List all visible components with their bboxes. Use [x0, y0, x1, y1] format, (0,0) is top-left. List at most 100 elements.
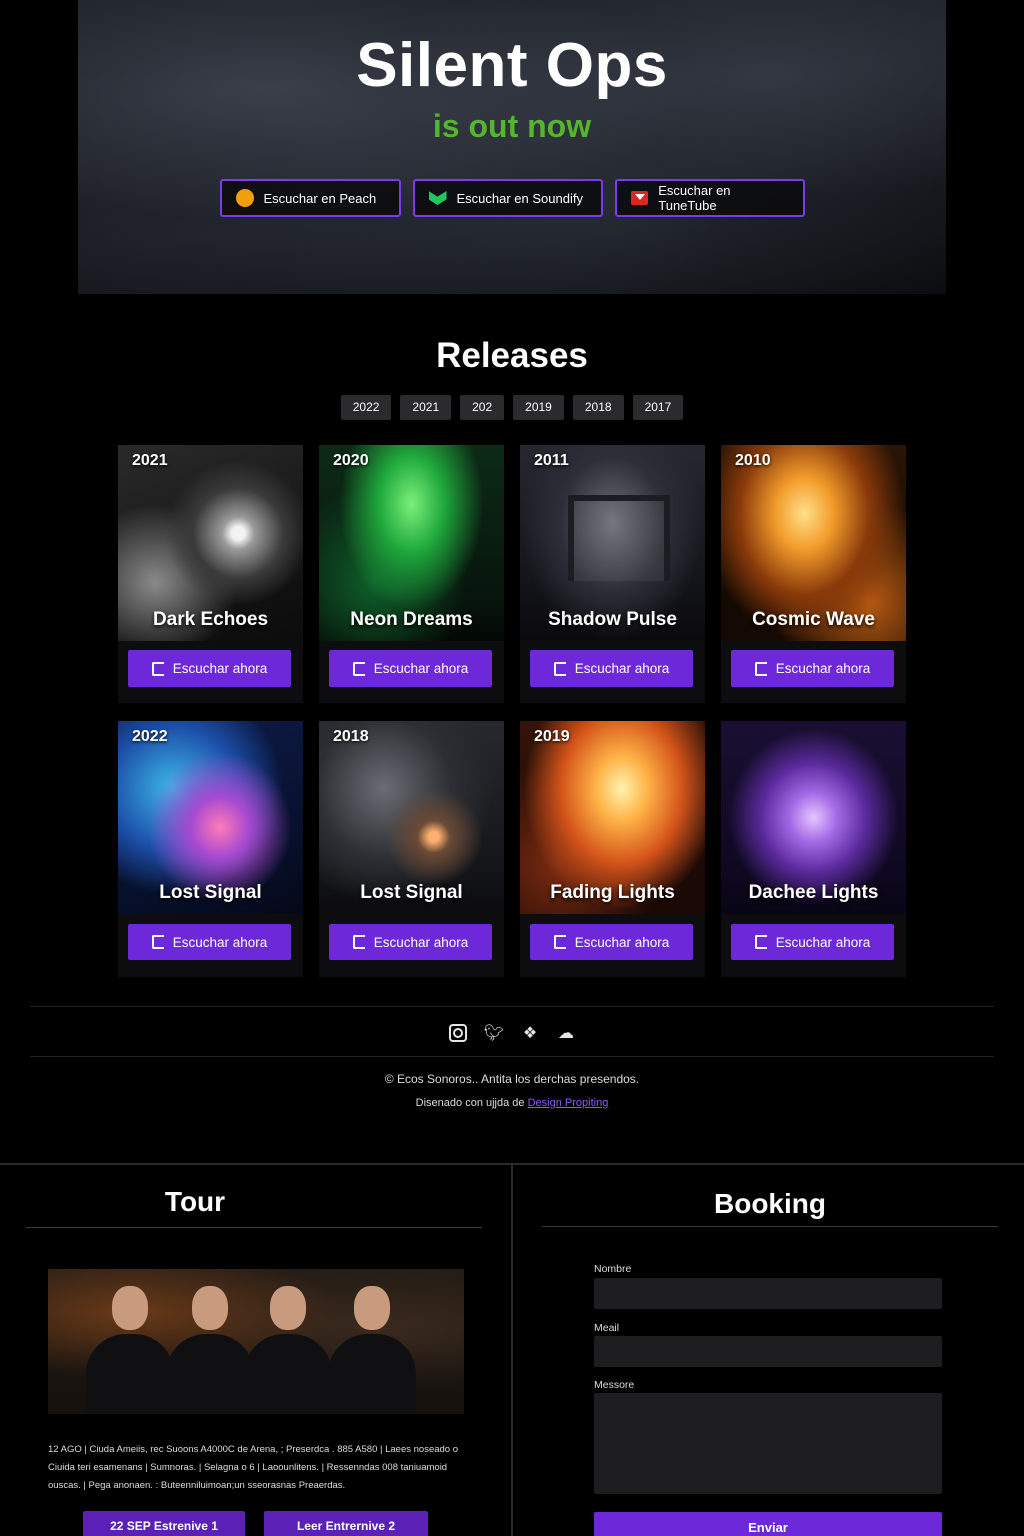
tour-dates-text: 12 AGO | Ciuda Ameiis, rec Suoons A4000C… [48, 1444, 459, 1491]
twitter-icon[interactable]: 🐦︎ [484, 1024, 504, 1042]
album-cover[interactable]: 2018 Lost Signal [319, 721, 504, 914]
listen-now-button[interactable]: Escuchar ahora [731, 650, 894, 687]
footer-divider [30, 1006, 994, 1007]
release-year: 2021 [132, 452, 168, 469]
peach-button[interactable]: Escuchar en Peach [219, 179, 401, 217]
headphones-icon [151, 661, 164, 676]
release-title: Shadow Pulse [548, 609, 677, 630]
year-filter: 2022 2021 202 2019 2018 2017 [0, 395, 1024, 420]
listen-label: Escuchar ahora [574, 661, 670, 676]
music-icon [352, 661, 365, 676]
album-cover[interactable]: Dachee Lights [721, 721, 906, 914]
release-card: 2021 Dark Echoes Escuchar ahora [118, 445, 303, 703]
band-member [86, 1286, 174, 1414]
listen-label: Escuchar ahora [172, 934, 268, 950]
soundify-icon [428, 191, 447, 205]
submit-button[interactable]: Enviar [594, 1512, 942, 1536]
release-title: Dark Echoes [152, 609, 269, 630]
release-title: Lost Signal [360, 882, 463, 903]
tunetube-button[interactable]: Escuchar en TuneTube [614, 179, 805, 217]
peach-icon [235, 189, 254, 207]
year-tab[interactable]: 2022 [340, 395, 392, 420]
year-tab[interactable]: 2021 [400, 395, 452, 420]
copyright-text: © Ecos Sonoros.. Antita los derchas pres… [384, 1072, 640, 1086]
hero-banner: Silent Ops is out now Escuchar en Peach … [78, 0, 946, 294]
band-photo [48, 1269, 464, 1414]
music-icon [754, 935, 767, 949]
release-title: Cosmic Wave [752, 609, 875, 630]
release-card: 2018 Lost Signal Escuchar ahora [319, 721, 504, 977]
album-cover[interactable]: 2011 Shadow Pulse [520, 445, 705, 641]
peach-label: Escuchar en Peach [263, 190, 377, 206]
release-card: 2019 Fading Lights Escuchar ahora [520, 721, 705, 977]
hero-subtitle: is out now [432, 108, 592, 144]
music-icon [151, 935, 164, 949]
booking-title: Booking [714, 1188, 826, 1219]
soundify-button[interactable]: Escuchar en Soundify [412, 179, 603, 217]
release-year: 2018 [333, 728, 369, 745]
album-cover[interactable]: 2019 Fading Lights [520, 721, 705, 914]
instagram-icon[interactable] [449, 1024, 467, 1042]
email-label: Meail [594, 1322, 620, 1334]
listen-label: Escuchar ahora [574, 934, 670, 950]
release-year: 2022 [132, 728, 168, 745]
release-title: Lost Signal [159, 882, 262, 903]
release-card: 2022 Lost Signal Escuchar ahora [118, 721, 303, 977]
streaming-buttons: Escuchar en Peach Escuchar en Soundify E… [78, 179, 946, 217]
tour-title: Tour [164, 1186, 226, 1217]
listen-label: Escuchar ahora [775, 661, 871, 676]
name-field[interactable] [594, 1278, 942, 1309]
listen-now-button[interactable]: Escuchar ahora [128, 650, 291, 687]
band-member [328, 1286, 416, 1414]
message-field[interactable] [594, 1393, 942, 1494]
social-links: 🐦︎ ❖ ☁︎ [0, 1024, 1024, 1042]
message-label: Messore [594, 1379, 635, 1391]
listen-now-button[interactable]: Escuchar ahora [329, 924, 492, 960]
album-cover[interactable]: 2022 Lost Signal [118, 721, 303, 914]
release-card: 2010 Cosmic Wave Escuchar ahora [721, 445, 906, 703]
tunetube-icon [630, 191, 649, 205]
email-field[interactable] [594, 1336, 942, 1367]
cloud-icon[interactable]: ☁︎ [557, 1024, 575, 1042]
year-tab[interactable]: 202 [460, 395, 505, 420]
release-card: 2020 Neon Dreams Escuchar ahora [319, 445, 504, 703]
listen-label: Escuchar ahora [775, 934, 871, 950]
band-member [244, 1286, 332, 1414]
listen-label: Escuchar ahora [373, 661, 469, 676]
music-icon [553, 661, 566, 676]
column-divider [511, 1165, 513, 1536]
release-card: 2011 Shadow Pulse Escuchar ahora [520, 445, 705, 703]
releases-title: Releases [436, 336, 588, 375]
listen-now-button[interactable]: Escuchar ahora [731, 924, 894, 960]
tour-button-2[interactable]: Leer Entrernive 2 [264, 1511, 428, 1536]
tour-button-1[interactable]: 22 SEP Estrenive 1 [83, 1511, 245, 1536]
release-year: 2010 [735, 452, 771, 469]
release-title: Dachee Lights [748, 882, 879, 903]
release-year: 2011 [534, 452, 569, 469]
listen-now-button[interactable]: Escuchar ahora [329, 650, 492, 687]
listen-now-button[interactable]: Escuchar ahora [530, 924, 693, 960]
tour-underline [26, 1227, 482, 1228]
listen-now-button[interactable]: Escuchar ahora [128, 924, 291, 960]
album-cover[interactable]: 2010 Cosmic Wave [721, 445, 906, 641]
release-card: Dachee Lights Escuchar ahora [721, 721, 906, 977]
album-cover[interactable]: 2021 Dark Echoes [118, 445, 303, 641]
footer-divider [30, 1056, 994, 1057]
booking-underline [542, 1226, 998, 1227]
year-tab[interactable]: 2018 [572, 395, 624, 420]
credit-link[interactable]: Design Propiting [528, 1097, 609, 1109]
soundify-label: Escuchar en Soundify [456, 190, 583, 206]
credit-prefix: Disenado con ujjda de [415, 1097, 525, 1109]
tunetube-label: Escuchar en TuneTube [658, 183, 731, 213]
name-label: Nombre [594, 1263, 632, 1275]
credit-line: Disenado con ujjda de Design Propiting [0, 1097, 1024, 1109]
band-member [166, 1286, 254, 1414]
year-tab[interactable]: 2017 [632, 395, 684, 420]
listen-now-button[interactable]: Escuchar ahora [530, 650, 693, 687]
feather-icon [754, 661, 767, 676]
release-year: 2020 [333, 452, 369, 469]
year-tab[interactable]: 2019 [513, 395, 564, 420]
album-cover[interactable]: 2020 Neon Dreams [319, 445, 504, 641]
hero-title: Silent Ops [356, 31, 668, 100]
puzzle-icon[interactable]: ❖ [521, 1024, 539, 1042]
